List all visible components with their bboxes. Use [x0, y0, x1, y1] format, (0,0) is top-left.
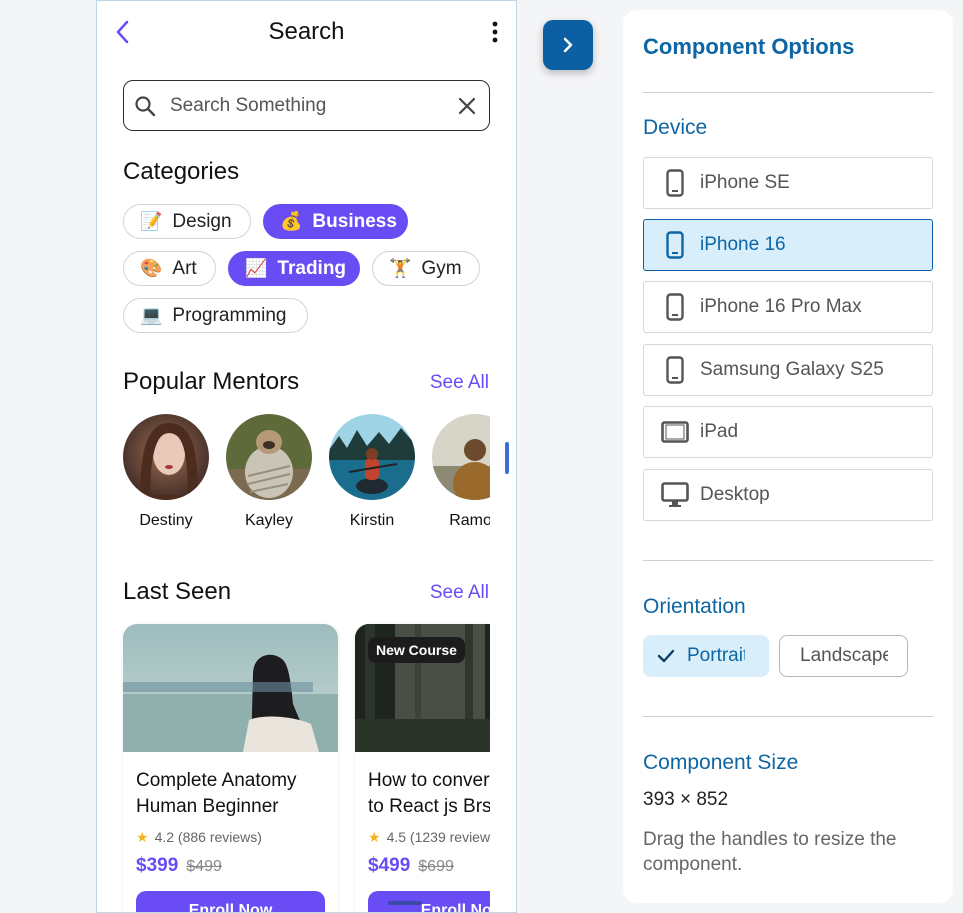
mentor-avatar	[329, 414, 415, 500]
current-price: $399	[136, 855, 179, 876]
orientation-portrait-button[interactable]: Portrait	[643, 635, 769, 677]
phone-icon	[660, 292, 690, 322]
old-price: $699	[418, 858, 454, 875]
course-thumbnail	[123, 624, 338, 752]
phone-preview: Search Categories 📝 Design 💰 Business 🎨 …	[96, 0, 517, 913]
orientation-label: Orientation	[643, 595, 746, 618]
last-seen-see-all-link[interactable]: See All	[430, 582, 489, 604]
device-label: Device	[643, 116, 708, 139]
component-size-label: Component Size	[643, 751, 799, 774]
chart-increasing-icon: 📈	[245, 258, 268, 278]
category-chip-trading[interactable]: 📈 Trading	[228, 251, 360, 286]
phone-icon	[660, 230, 690, 260]
component-size-value: 393 × 852	[643, 789, 729, 810]
category-chip-gym[interactable]: 🏋 Gym	[372, 251, 480, 286]
last-seen-heading: Last Seen	[123, 578, 232, 605]
search-input[interactable]	[170, 81, 457, 130]
chip-label: Trading	[277, 257, 347, 279]
current-price: $499	[368, 855, 411, 876]
category-chip-business[interactable]: 💰 Business	[263, 204, 408, 239]
device-option-iphone-16-pro-max[interactable]: iPhone 16 Pro Max	[643, 281, 933, 333]
device-option-desktop[interactable]: Desktop	[643, 469, 933, 521]
category-chip-design[interactable]: 📝 Design	[123, 204, 251, 239]
resize-help-text: Drag the handles to resize the component…	[643, 829, 897, 875]
chip-label: Gym	[421, 257, 462, 279]
categories-heading: Categories	[123, 158, 240, 185]
desktop-icon	[660, 480, 690, 510]
collapse-panel-button[interactable]	[543, 20, 593, 70]
divider	[643, 560, 933, 561]
laptop-icon: 💻	[140, 305, 163, 325]
mentor-item[interactable]: Destiny	[123, 414, 209, 530]
divider	[643, 716, 933, 717]
chip-label: Design	[172, 210, 232, 232]
vertical-scrollbar[interactable]	[505, 442, 509, 474]
page-title: Search	[268, 18, 345, 45]
star-icon: ★	[136, 829, 149, 845]
course-price: $399 $499	[136, 855, 325, 877]
category-chip-art[interactable]: 🎨 Art	[123, 251, 216, 286]
mentor-avatar	[123, 414, 209, 500]
old-price: $499	[186, 858, 222, 875]
device-option-samsung-galaxy-s25[interactable]: Samsung Galaxy S25	[643, 344, 933, 396]
device-option-ipad[interactable]: iPad	[643, 406, 933, 458]
content-mask	[490, 601, 516, 912]
course-card[interactable]: Complete Anatomy Human Beginner ★ 4.2 (88…	[123, 624, 338, 912]
more-options-icon[interactable]	[490, 21, 500, 43]
mentor-name: Kayley	[244, 512, 294, 529]
chevron-right-icon	[563, 37, 573, 53]
phone-icon	[660, 168, 690, 198]
mentor-avatar	[226, 414, 312, 500]
course-title: Complete Anatomy Human Beginner	[136, 770, 297, 817]
orientation-landscape-button[interactable]: Landscape	[779, 635, 908, 677]
divider	[643, 92, 933, 93]
check-icon	[657, 649, 675, 663]
component-options-panel: Component Options Device iPhone SE iPhon…	[623, 10, 953, 903]
search-icon	[135, 95, 156, 116]
mentor-item[interactable]: Ramon	[432, 414, 490, 530]
tablet-icon	[660, 417, 690, 447]
chip-label: Programming	[172, 304, 287, 326]
mentor-item[interactable]: Kirstin	[329, 414, 415, 530]
mentor-name: Destiny	[139, 512, 193, 529]
enroll-now-button[interactable]: Enroll Now	[136, 891, 325, 912]
clear-search-icon[interactable]	[457, 96, 477, 116]
category-chip-programming[interactable]: 💻 Programming	[123, 298, 308, 333]
chip-label: Art	[172, 257, 197, 279]
memo-icon: 📝	[140, 211, 163, 231]
search-bar	[123, 80, 490, 131]
mentor-avatar	[432, 414, 490, 500]
star-icon: ★	[368, 829, 381, 845]
app-header: Search	[97, 1, 516, 63]
phone-icon	[660, 355, 690, 385]
weightlifter-icon: 🏋	[389, 258, 412, 278]
popular-mentors-heading: Popular Mentors	[123, 368, 300, 395]
chip-label: Business	[312, 210, 397, 232]
device-option-iphone-se[interactable]: iPhone SE	[643, 157, 933, 209]
course-rating: ★ 4.2 (886 reviews)	[136, 829, 262, 845]
mentor-name: Ramon	[449, 512, 490, 529]
money-bag-icon: 💰	[280, 211, 303, 231]
horizontal-scrollbar[interactable]	[388, 901, 422, 905]
mentor-item[interactable]: Kayley	[226, 414, 312, 530]
device-option-iphone-16[interactable]: iPhone 16	[643, 219, 933, 271]
panel-title: Component Options	[643, 34, 855, 59]
palette-icon: 🎨	[140, 258, 163, 278]
mentors-see-all-link[interactable]: See All	[430, 372, 489, 394]
new-course-badge: New Course	[368, 637, 465, 663]
mentor-name: Kirstin	[349, 512, 395, 529]
